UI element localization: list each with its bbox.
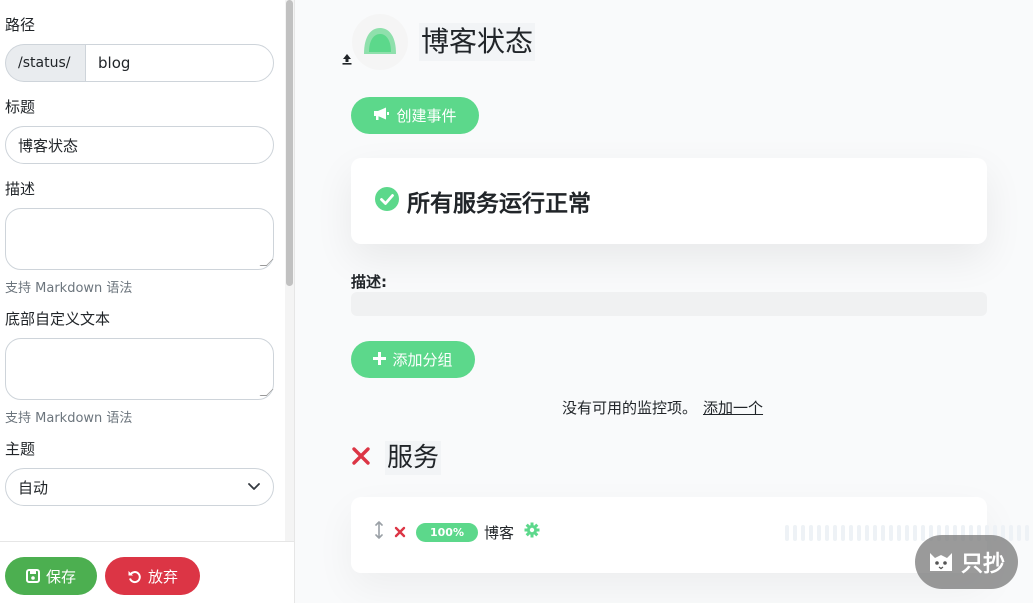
description-editor[interactable]	[351, 292, 987, 316]
footer-text-hint: 支持 Markdown 语法	[5, 411, 133, 426]
theme-select[interactable]: 自动	[5, 468, 274, 506]
footer-text-textarea[interactable]	[5, 338, 274, 400]
heartbeat-beat-empty	[785, 525, 789, 541]
empty-monitor-message: 没有可用的监控项。 添加一个	[562, 397, 763, 418]
watermark: 只抄	[915, 535, 1018, 589]
heartbeat-beat-empty	[905, 525, 909, 541]
heartbeat-beat-empty	[825, 525, 829, 541]
logo[interactable]	[352, 14, 408, 70]
empty-monitor-text: 没有可用的监控项。	[562, 399, 698, 417]
sidebar-footer: 保存 放弃	[0, 541, 294, 603]
heartbeat-beat-empty	[889, 525, 893, 541]
cat-logo-icon	[925, 544, 957, 580]
path-input-group: /status/ blog	[5, 44, 274, 82]
path-prefix: /status/	[5, 44, 85, 82]
uptime-badge: 100%	[416, 522, 478, 542]
add-monitor-link[interactable]: 添加一个	[703, 399, 763, 417]
heartbeat-beat-empty	[1017, 525, 1021, 541]
logo-area[interactable]	[341, 14, 408, 70]
heartbeat-beat-empty	[881, 525, 885, 541]
overall-status-card: 所有服务运行正常	[351, 158, 987, 244]
chevron-down-icon	[247, 480, 261, 494]
theme-label: 主题	[5, 440, 36, 458]
description-textarea[interactable]	[5, 208, 274, 270]
heartbeat-beat-empty	[873, 525, 877, 541]
sidebar: 路径 /status/ blog 标题 博客状态 描述 支持 Markdown …	[0, 0, 295, 603]
heartbeat-beat-empty	[857, 525, 861, 541]
sidebar-form: 路径 /status/ blog 标题 博客状态 描述 支持 Markdown …	[0, 0, 284, 541]
description-heading: 描述:	[351, 273, 387, 291]
path-label: 路径	[5, 16, 36, 34]
page-title[interactable]: 博客状态	[419, 23, 536, 61]
add-group-label: 添加分组	[392, 351, 453, 369]
heartbeat-beat-empty	[897, 525, 901, 541]
discard-button[interactable]: 放弃	[105, 557, 200, 595]
heartbeat-beat-empty	[1009, 525, 1013, 541]
page-header: 博客状态	[341, 14, 536, 70]
heartbeat-beat-empty	[1025, 525, 1029, 541]
group-title[interactable]: 服务	[385, 441, 442, 475]
discard-button-label: 放弃	[147, 567, 178, 586]
description-hint: 支持 Markdown 语法	[5, 281, 133, 296]
undo-icon	[127, 569, 142, 584]
title-input[interactable]: 博客状态	[5, 126, 274, 164]
monitor-row: 100% 博客	[374, 521, 540, 543]
heartbeat-beat-empty	[833, 525, 837, 541]
gear-icon[interactable]	[524, 522, 540, 542]
drag-handle-icon[interactable]	[374, 521, 384, 543]
heartbeat-beat-empty	[817, 525, 821, 541]
heartbeat-beat-empty	[913, 525, 917, 541]
upload-icon[interactable]	[341, 50, 353, 65]
add-group-button[interactable]: 添加分组	[351, 341, 475, 378]
sidebar-scrollbar-thumb[interactable]	[286, 0, 293, 286]
monitor-name: 博客	[484, 523, 515, 542]
save-button-label: 保存	[45, 567, 76, 586]
monitor-list-card: 100% 博客	[351, 497, 1029, 573]
remove-monitor-icon[interactable]	[394, 523, 406, 542]
save-button[interactable]: 保存	[5, 557, 97, 595]
overall-status-text: 所有服务运行正常	[407, 191, 591, 217]
title-label: 标题	[5, 98, 36, 116]
heartbeat-beat-empty	[865, 525, 869, 541]
description-label: 描述	[5, 180, 36, 198]
heartbeat-beat-empty	[921, 525, 925, 541]
sidebar-scrollbar[interactable]	[285, 0, 294, 541]
watermark-text: 只抄	[961, 552, 1006, 577]
heartbeat-beat-empty	[801, 525, 805, 541]
heartbeat-beat-empty	[793, 525, 797, 541]
path-input[interactable]: blog	[85, 44, 274, 82]
create-incident-button[interactable]: 创建事件	[351, 97, 479, 134]
heartbeat-beat-empty	[841, 525, 845, 541]
heartbeat-beat-empty	[849, 525, 853, 541]
delete-group-icon[interactable]	[351, 446, 371, 470]
create-incident-label: 创建事件	[396, 107, 457, 125]
status-page-preview: 博客状态 创建事件 所有服务运行正常 描述: 添加分组 没有可用的监控项。 添加一…	[296, 0, 1033, 603]
plus-icon	[373, 351, 387, 369]
heartbeat-beat-empty	[809, 525, 813, 541]
save-icon	[25, 569, 40, 583]
theme-select-value: 自动	[18, 478, 49, 497]
footer-text-label: 底部自定义文本	[5, 310, 111, 328]
group-header: 服务	[351, 441, 442, 475]
check-circle-icon	[375, 187, 399, 215]
megaphone-icon	[373, 107, 390, 125]
